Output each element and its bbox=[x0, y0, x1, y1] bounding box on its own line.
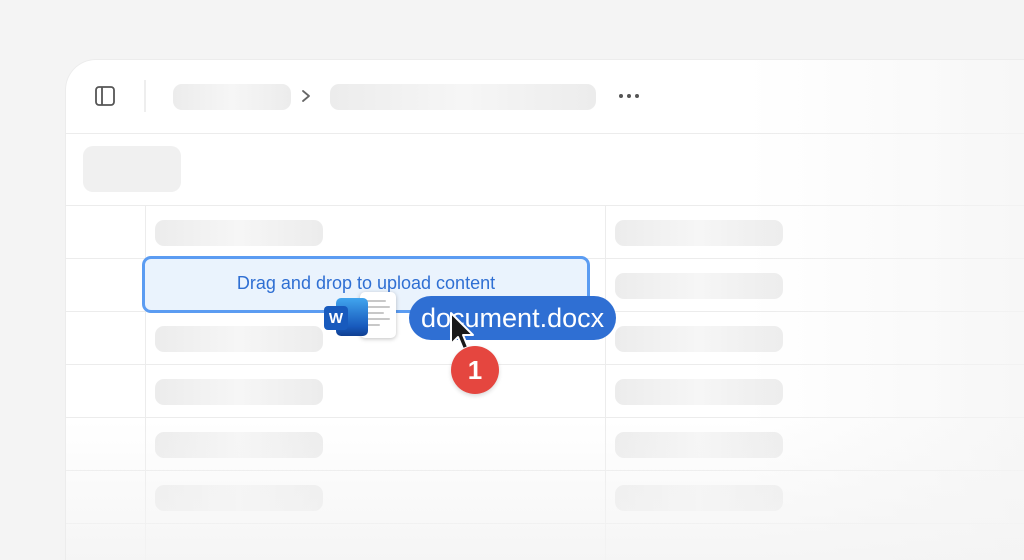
breadcrumb-parent-placeholder[interactable] bbox=[173, 84, 291, 110]
drop-zone-label: Drag and drop to upload content bbox=[236, 273, 496, 293]
table-cell-placeholder bbox=[155, 379, 323, 405]
view-button-placeholder[interactable] bbox=[83, 146, 181, 192]
table-cell-placeholder bbox=[615, 326, 783, 352]
toolbar-divider bbox=[144, 80, 146, 112]
table-cell-placeholder bbox=[615, 273, 783, 299]
row-divider bbox=[66, 364, 1024, 365]
table-cell-placeholder bbox=[155, 432, 323, 458]
row-divider bbox=[66, 470, 1024, 471]
column-divider bbox=[605, 205, 606, 560]
step-number-badge: 1 bbox=[451, 346, 499, 394]
chevron-right-icon bbox=[302, 90, 310, 102]
table-header-border bbox=[66, 205, 1024, 206]
table-cell-placeholder bbox=[615, 485, 783, 511]
more-horizontal-icon bbox=[619, 94, 623, 98]
table-cell-placeholder bbox=[615, 432, 783, 458]
word-document-icon: W bbox=[324, 298, 370, 336]
table-cell-placeholder bbox=[155, 326, 323, 352]
sidebar-toggle-icon[interactable] bbox=[95, 86, 115, 106]
dragged-file-name: document.docx bbox=[409, 296, 617, 340]
dragged-file-preview[interactable]: W bbox=[322, 292, 402, 340]
edge-fade bbox=[746, 60, 1024, 560]
table-cell-placeholder bbox=[615, 220, 783, 246]
more-options-button[interactable] bbox=[618, 86, 644, 106]
row-divider bbox=[66, 417, 1024, 418]
table-cell-placeholder bbox=[155, 485, 323, 511]
row-divider bbox=[66, 523, 1024, 524]
toolbar bbox=[66, 60, 1024, 134]
table-cell-placeholder bbox=[155, 220, 323, 246]
breadcrumb-current-placeholder bbox=[330, 84, 596, 110]
table-cell-placeholder bbox=[615, 379, 783, 405]
